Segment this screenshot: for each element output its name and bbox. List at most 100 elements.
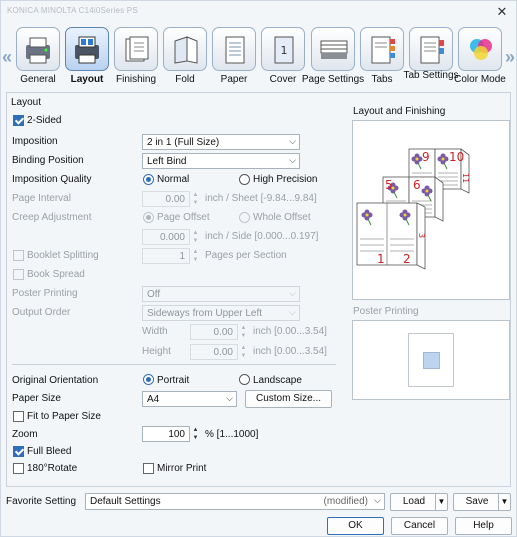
page-number-11: 11	[461, 173, 470, 183]
favorite-setting-select[interactable]: Default Settings (modified) ⌵	[85, 493, 385, 510]
poster-preview-title: Poster Printing	[353, 306, 419, 317]
normal-label: Normal	[157, 174, 190, 185]
book-spread-checkbox[interactable]	[13, 269, 24, 280]
booklet-splitting-unit: Pages per Section	[205, 250, 287, 261]
poster-preview	[352, 320, 510, 400]
booklet-splitting-spinner[interactable]: ▲ ▼	[191, 248, 200, 264]
save-dropdown-icon[interactable]: ▼	[498, 494, 510, 510]
page-number-3: 3	[417, 233, 426, 238]
load-button[interactable]: Load ▼	[390, 493, 448, 511]
tab-cover[interactable]: 1 Cover	[259, 27, 307, 91]
page-interval-input[interactable]: 0.00	[142, 191, 190, 207]
height-spinner[interactable]: ▲ ▼	[239, 344, 248, 360]
scroll-left-icon[interactable]: «	[2, 45, 12, 69]
high-precision-label: High Precision	[253, 174, 318, 185]
output-order-select[interactable]: Sideways from Upper Left ⌵	[142, 305, 300, 321]
title-bar: KONICA MINOLTA C14i0Series PS ✕	[1, 1, 516, 23]
booklet-splitting-label: Booklet Splitting	[27, 250, 99, 261]
landscape-label: Landscape	[253, 375, 302, 386]
whole-offset-radio[interactable]	[239, 212, 250, 223]
width-spinner[interactable]: ▲ ▼	[239, 324, 248, 340]
two-sided-label: 2-Sided	[27, 115, 62, 126]
normal-radio[interactable]	[143, 174, 154, 185]
paper-icon	[212, 27, 256, 71]
layout-panel: Layout 2-Sided Imposition 2 in 1 (Full S…	[6, 92, 511, 487]
height-input[interactable]: 0.00	[190, 344, 238, 360]
chevron-down-icon: ⌵	[289, 288, 296, 298]
width-unit: inch [0.00...3.54]	[253, 326, 327, 337]
binding-position-select[interactable]: Left Bind ⌵	[142, 153, 300, 169]
chevron-down-icon: ⌵	[289, 307, 296, 317]
booklet-splitting-input[interactable]: 1	[142, 248, 190, 264]
paper-size-value: A4	[147, 394, 160, 405]
two-sided-checkbox[interactable]	[13, 115, 24, 126]
portrait-radio[interactable]	[143, 374, 154, 385]
rotate-180-label: 180°Rotate	[27, 463, 78, 474]
chevron-down-icon: ⌵	[289, 155, 296, 165]
high-precision-radio[interactable]	[239, 174, 250, 185]
page-number-5: 5	[385, 178, 393, 192]
dialog-footer: Favorite Setting Default Settings (modif…	[1, 489, 516, 537]
paper-size-select[interactable]: A4 ⌵	[142, 391, 237, 407]
fit-to-paper-size-label: Fit to Paper Size	[27, 411, 101, 422]
layout-icon	[65, 27, 109, 71]
help-button[interactable]: Help	[455, 517, 512, 535]
binding-position-label: Binding Position	[12, 155, 84, 166]
group-title: Layout	[11, 97, 42, 108]
cover-icon: 1	[261, 27, 305, 71]
full-bleed-label: Full Bleed	[27, 446, 72, 457]
preview-title: Layout and Finishing	[353, 106, 446, 117]
landscape-radio[interactable]	[239, 374, 250, 385]
creep-adjustment-label: Creep Adjustment	[12, 212, 92, 223]
width-input[interactable]: 0.00	[190, 324, 238, 340]
full-bleed-checkbox[interactable]	[13, 446, 24, 457]
ok-button[interactable]: OK	[327, 517, 384, 535]
booklet-splitting-checkbox[interactable]	[13, 250, 24, 261]
favorite-setting-value: Default Settings	[90, 496, 161, 507]
page-offset-label: Page Offset	[157, 212, 210, 223]
save-button[interactable]: Save ▼	[453, 493, 511, 511]
mirror-print-label: Mirror Print	[157, 463, 207, 474]
page-number-10: 10	[449, 150, 464, 164]
poster-area	[423, 352, 440, 369]
load-button-label: Load	[402, 496, 426, 507]
fit-to-paper-size-checkbox[interactable]	[13, 411, 24, 422]
imposition-quality-label: Imposition Quality	[12, 174, 92, 185]
paper-size-label: Paper Size	[12, 393, 61, 404]
page-offset-radio[interactable]	[143, 212, 154, 223]
zoom-unit: % [1...1000]	[205, 429, 259, 440]
zoom-spinner[interactable]: ▲ ▼	[191, 426, 200, 442]
rotate-180-checkbox[interactable]	[13, 463, 24, 474]
zoom-input[interactable]: 100	[142, 426, 190, 442]
close-button[interactable]: ✕	[494, 4, 510, 20]
creep-unit: inch / Side [0.000...0.197]	[205, 231, 319, 242]
page-interval-label: Page Interval	[12, 193, 71, 204]
poster-printing-value: Off	[147, 289, 161, 300]
tab-strip: « General Layout Finishing Fold Paper 1 …	[1, 23, 516, 91]
tab-color-mode[interactable]: Color Mode	[454, 27, 506, 91]
original-orientation-label: Original Orientation	[12, 375, 99, 386]
cancel-button[interactable]: Cancel	[391, 517, 448, 535]
poster-printing-label: Poster Printing	[12, 288, 78, 299]
output-order-value: Sideways from Upper Left	[147, 308, 263, 319]
output-order-label: Output Order	[12, 307, 71, 318]
fold-icon	[163, 27, 207, 71]
tab-tabs[interactable]: Tabs	[358, 27, 406, 91]
imposition-select[interactable]: 2 in 1 (Full Size) ⌵	[142, 134, 300, 150]
chevron-down-icon: ⌵	[374, 495, 381, 505]
height-unit: inch [0.00...3.54]	[253, 346, 327, 357]
imposition-value: 2 in 1 (Full Size)	[147, 137, 220, 148]
creep-value-spinner[interactable]: ▲ ▼	[191, 229, 200, 245]
load-dropdown-icon[interactable]: ▼	[435, 494, 447, 510]
creep-value-input[interactable]: 0.000	[142, 229, 190, 245]
mirror-print-checkbox[interactable]	[143, 463, 154, 474]
page-interval-spinner[interactable]: ▲ ▼	[191, 191, 200, 207]
general-icon	[16, 27, 60, 71]
poster-printing-select[interactable]: Off ⌵	[142, 286, 300, 302]
custom-size-button[interactable]: Custom Size...	[245, 390, 332, 408]
save-button-label: Save	[465, 496, 489, 507]
scroll-right-icon[interactable]: »	[505, 45, 515, 69]
svg-text:1: 1	[281, 44, 288, 57]
page-settings-icon	[311, 27, 355, 71]
width-label: Width	[142, 326, 168, 337]
